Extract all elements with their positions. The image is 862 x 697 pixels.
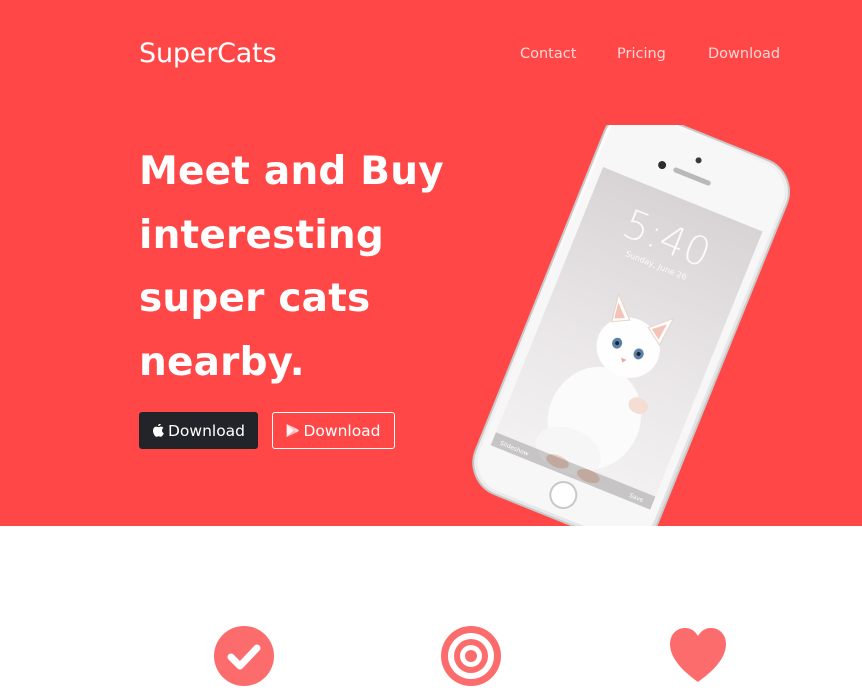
check-circle-icon (212, 624, 276, 688)
hero-headline: Meet and Buy interesting super cats near… (139, 140, 519, 394)
target-icon (439, 624, 503, 688)
play-store-icon (287, 424, 300, 437)
google-play-download-button[interactable]: Download (272, 412, 395, 449)
heart-icon (666, 624, 730, 688)
top-nav: Contact Pricing Download (0, 46, 862, 66)
features-section (0, 526, 862, 697)
nav-pricing-link[interactable]: Pricing (617, 46, 666, 62)
headline-line: nearby. (139, 339, 305, 385)
apple-icon (152, 423, 164, 437)
headline-line: Meet and Buy (139, 149, 444, 194)
nav-contact-link[interactable]: Contact (520, 46, 576, 62)
phone-illustration: 5:40 Sunday, June 26 Slideshow Save (472, 108, 790, 526)
headline-line: super cats (139, 276, 371, 321)
headline-line: interesting (139, 212, 385, 258)
app-store-download-button[interactable]: Download (139, 412, 258, 449)
apple-button-label: Download (167, 421, 246, 440)
phone-mockup: 5:40 Sunday, June 26 Slideshow Save (470, 108, 790, 526)
play-button-label: Download (303, 421, 381, 440)
hero-section: SuperCats Contact Pricing Download Meet … (0, 0, 862, 526)
nav-download-link[interactable]: Download (708, 46, 780, 62)
